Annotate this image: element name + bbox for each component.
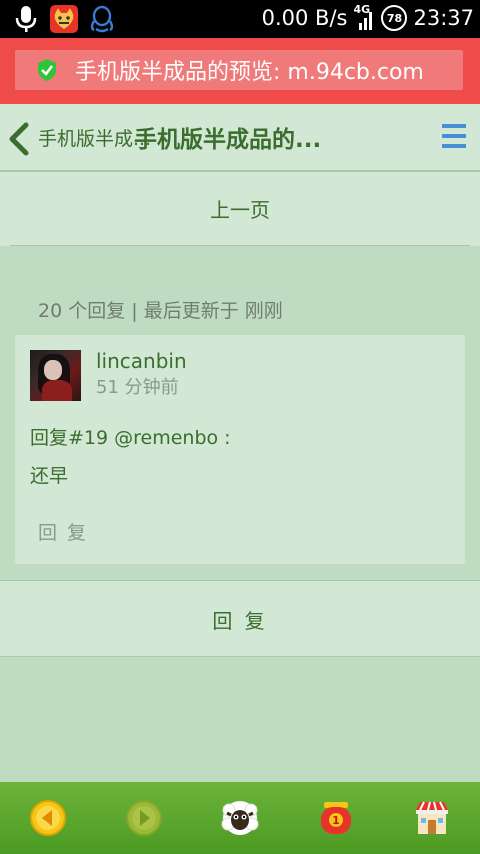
bottom-toolbar: 1 <box>0 782 480 854</box>
post-time: 51 分钟前 <box>96 377 179 398</box>
battery-level: 78 <box>386 11 403 25</box>
url-field[interactable]: 手机版半成品的预览: m.94cb.com <box>15 50 463 90</box>
cat-app-icon <box>50 5 78 33</box>
reply-reference: 回复#19 @remenbo : <box>30 427 231 449</box>
clock: 23:37 <box>413 6 474 30</box>
reply-button-label: 回 复 <box>212 609 268 633</box>
sheep-icon[interactable] <box>220 798 260 838</box>
page-header: 手机版半成... 手机版半成品的... <box>0 104 480 172</box>
avatar[interactable] <box>30 350 81 401</box>
divider <box>10 245 470 246</box>
network-speed: 0.00 B/s <box>261 6 348 30</box>
shield-check-icon <box>38 59 56 81</box>
url-bar: 手机版半成品的预览: m.94cb.com <box>0 38 480 104</box>
signal-icon: 4G <box>353 3 375 31</box>
post-content: 还早 <box>30 465 69 487</box>
reply-button[interactable]: 回 复 <box>0 580 480 657</box>
battery-icon: 78 <box>381 5 408 31</box>
prev-page-label: 上一页 <box>210 198 270 222</box>
qq-icon <box>88 5 116 33</box>
forward-arrow-icon[interactable] <box>124 798 164 838</box>
prev-page-button[interactable]: 上一页 <box>0 172 480 246</box>
hamburger-menu-icon[interactable] <box>442 124 466 150</box>
reply-link[interactable]: 回 复 <box>38 518 88 545</box>
reply-card: lincanbin 51 分钟前 回复#19 @remenbo : 还早 回 复 <box>15 335 465 564</box>
microphone-icon <box>12 5 40 33</box>
url-text: 手机版半成品的预览: m.94cb.com <box>75 60 424 85</box>
red-envelope-icon[interactable]: 1 <box>316 798 356 838</box>
back-chevron-icon[interactable] <box>6 122 32 156</box>
shop-icon[interactable] <box>412 798 452 838</box>
red-envelope-badge: 1 <box>332 814 340 827</box>
page-title: 手机版半成品的... <box>134 127 322 153</box>
back-arrow-icon[interactable] <box>28 798 68 838</box>
status-bar: 0.00 B/s 4G 78 23:37 <box>0 0 480 38</box>
username[interactable]: lincanbin <box>96 349 187 373</box>
thread-meta: 20 个回复 | 最后更新于 刚刚 <box>38 300 283 322</box>
